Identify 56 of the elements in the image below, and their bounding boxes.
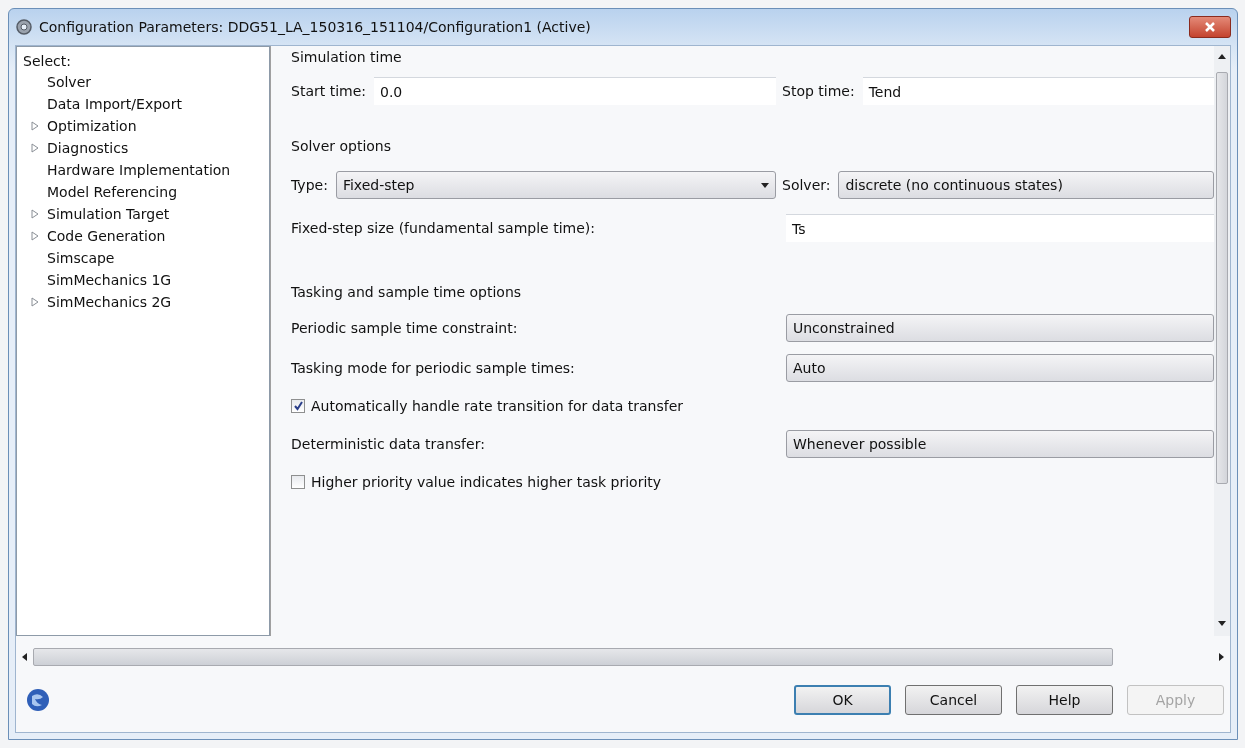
field-label: Fixed-step size (fundamental sample time): — [291, 220, 596, 236]
scrollbar-thumb[interactable] — [1216, 72, 1228, 484]
scroll-down-icon[interactable] — [1218, 621, 1226, 626]
expand-triangle-icon[interactable] — [31, 209, 39, 219]
window-title: Configuration Parameters: DDG51_LA_150316_151104/Configuration1 (Active) — [39, 19, 592, 35]
text-field[interactable]: 0.0 — [374, 77, 776, 105]
expand-triangle-icon[interactable] — [31, 231, 39, 241]
tree-item[interactable]: Simulation Target — [47, 206, 170, 222]
checkbox-label: Automatically handle rate transition for data transfer — [311, 398, 684, 414]
tree-item[interactable]: Data Import/Export — [47, 96, 182, 112]
field-label: Deterministic data transfer: — [291, 436, 486, 452]
expand-triangle-icon[interactable] — [31, 143, 39, 153]
dropdown[interactable]: Whenever possible — [786, 430, 1214, 458]
field-label: Solver: — [782, 177, 831, 193]
dialog-button[interactable]: Help — [1016, 685, 1113, 715]
expand-triangle-icon[interactable] — [31, 121, 39, 131]
scroll-left-icon[interactable] — [22, 653, 27, 661]
tree-item[interactable]: SimMechanics 2G — [47, 294, 172, 310]
dialog-button[interactable]: Cancel — [905, 685, 1002, 715]
field-label: Start time: — [291, 83, 366, 99]
dialog-button[interactable]: OK — [794, 685, 891, 715]
dropdown[interactable]: Auto — [786, 354, 1214, 382]
dropdown[interactable]: Fixed-step — [335, 171, 776, 199]
close-icon — [1204, 21, 1216, 33]
field-label: Tasking mode for periodic sample times: — [291, 360, 576, 376]
help-globe-icon[interactable] — [26, 688, 50, 712]
tree-item[interactable]: SimMechanics 1G — [47, 272, 172, 288]
text-field[interactable]: Ts — [786, 214, 1214, 242]
checkbox[interactable] — [291, 475, 305, 489]
expand-triangle-icon[interactable] — [31, 297, 39, 307]
tree-item[interactable]: Optimization — [47, 118, 137, 134]
tree-item[interactable]: Hardware Implementation — [47, 162, 231, 178]
section-heading: Tasking and sample time options — [291, 284, 522, 300]
field-label: Periodic sample time constraint: — [291, 320, 519, 336]
section-heading: Simulation time — [291, 49, 402, 65]
tree-item[interactable]: Simscape — [47, 250, 115, 266]
tree-item[interactable]: Model Referencing — [47, 184, 178, 200]
tree-item[interactable]: Diagnostics — [47, 140, 129, 156]
sidebar-heading: Select: — [23, 53, 71, 69]
dropdown[interactable]: Unconstrained — [786, 314, 1214, 342]
scrollbar-thumb[interactable] — [33, 648, 1113, 666]
dropdown-arrow-icon[interactable] — [761, 182, 769, 188]
scroll-up-icon[interactable] — [1218, 54, 1226, 59]
text-field[interactable]: Tend — [862, 77, 1214, 105]
tree-item[interactable]: Solver — [47, 74, 91, 90]
checkbox[interactable] — [291, 399, 305, 413]
close-button[interactable] — [1189, 16, 1231, 38]
scroll-right-icon[interactable] — [1219, 653, 1224, 661]
gear-icon — [15, 18, 33, 36]
dropdown-value: Fixed-step — [342, 177, 415, 193]
checkbox-label: Higher priority value indicates higher task priority — [311, 474, 662, 490]
field-label: Type: — [291, 177, 328, 193]
field-label: Stop time: — [782, 83, 855, 99]
section-heading: Solver options — [291, 138, 391, 154]
tree-item[interactable]: Code Generation — [47, 228, 166, 244]
dropdown[interactable]: discrete (no continuous states) — [838, 171, 1214, 199]
